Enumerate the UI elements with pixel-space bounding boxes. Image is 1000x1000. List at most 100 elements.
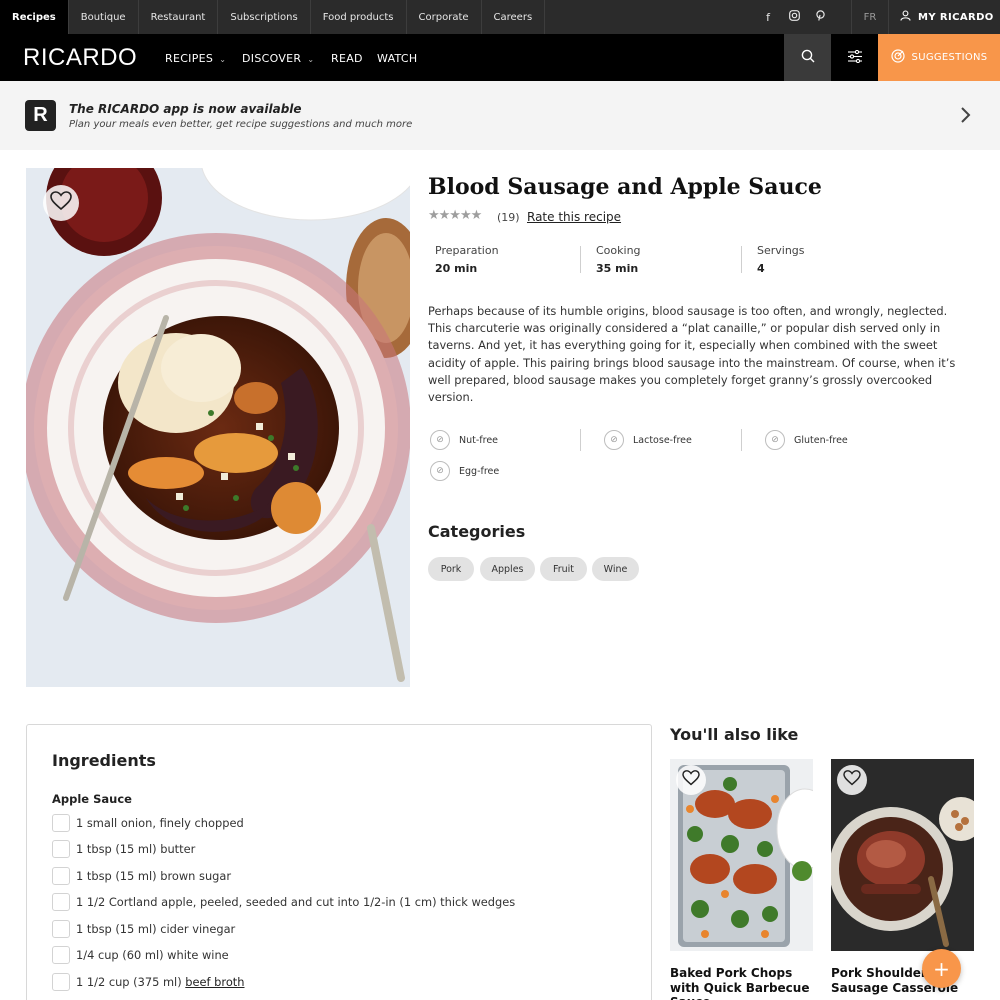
banner-title: The RICARDO app is now available	[69, 102, 302, 116]
user-icon	[900, 10, 911, 24]
recipe-photo	[26, 168, 410, 687]
search-button[interactable]	[784, 34, 831, 81]
search-icon	[801, 48, 815, 67]
diet-label: Nut-free	[459, 434, 499, 446]
diet-egg-free: ⊘ Egg-free	[430, 461, 499, 481]
pinterest-icon[interactable]	[814, 10, 826, 24]
heart-icon	[50, 191, 72, 215]
also-like-heading: You'll also like	[670, 725, 799, 744]
diet-label: Egg-free	[459, 465, 500, 477]
ingredient-text: 1/4 cup (60 ml) white wine	[76, 948, 229, 962]
recipe-card-title[interactable]: Baked Pork Chops with Quick Barbecue Sau…	[670, 966, 820, 1000]
diet-lactose-free: ⊘ Lactose-free	[604, 430, 692, 450]
rating-stars: ★★★★★	[428, 208, 482, 223]
ingredient-checkbox[interactable]	[52, 814, 70, 832]
ricardo-logo[interactable]: RICARDO	[23, 44, 137, 72]
chevron-down-icon: ⌄	[219, 55, 227, 64]
ingredient-item: 1 tbsp (15 ml) cider vinegar	[52, 920, 235, 938]
recipe-card-image[interactable]	[670, 759, 813, 951]
target-icon	[890, 49, 905, 66]
recipe-title: Blood Sausage and Apple Sauce	[428, 174, 822, 200]
divider	[741, 246, 742, 273]
sliders-icon	[847, 48, 862, 67]
servings-label: Servings	[757, 244, 805, 257]
filter-button[interactable]	[831, 34, 878, 81]
servings: Servings 4	[757, 244, 805, 275]
ingredient-text: 1 1/2 cup (375 ml) beef broth	[76, 975, 245, 989]
favorite-button[interactable]	[676, 765, 706, 795]
facebook-icon[interactable]: f	[762, 11, 774, 24]
divider	[580, 429, 581, 451]
chevron-down-icon: ⌄	[307, 55, 315, 64]
tab-restaurant[interactable]: Restaurant	[139, 0, 219, 34]
ingredient-text: 1 tbsp (15 ml) brown sugar	[76, 869, 232, 883]
diet-nut-free: ⊘ Nut-free	[430, 430, 498, 450]
prep-time-label: Preparation	[435, 244, 499, 257]
nav-read[interactable]: READ	[331, 52, 363, 65]
tab-subscriptions[interactable]: Subscriptions	[218, 0, 311, 34]
divider	[741, 429, 742, 451]
tab-boutique[interactable]: Boutique	[69, 0, 139, 34]
egg-free-icon: ⊘	[430, 461, 450, 481]
cooking-time-value: 35 min	[596, 262, 639, 275]
my-ricardo-button[interactable]: MY RICARDO	[900, 0, 994, 34]
favorite-button[interactable]	[837, 765, 867, 795]
ingredient-item: 1 small onion, finely chopped	[52, 814, 244, 832]
recipe-card-image[interactable]	[831, 759, 974, 951]
tab-recipes[interactable]: Recipes	[0, 0, 69, 34]
instagram-icon[interactable]	[788, 10, 800, 24]
my-ricardo-label: MY RICARDO	[918, 11, 994, 23]
nav-recipes[interactable]: RECIPES ⌄	[165, 52, 226, 65]
nav-watch[interactable]: WATCH	[377, 52, 417, 65]
nav-discover-label: DISCOVER	[242, 52, 302, 65]
ingredient-checkbox[interactable]	[52, 920, 70, 938]
suggestions-button[interactable]: SUGGESTIONS	[878, 34, 1000, 81]
ingredient-checkbox[interactable]	[52, 946, 70, 964]
nut-free-icon: ⊘	[430, 430, 450, 450]
nav-recipes-label: RECIPES	[165, 52, 214, 65]
diet-gluten-free: ⊘ Gluten-free	[765, 430, 848, 450]
favorite-button[interactable]	[43, 185, 79, 221]
tab-careers[interactable]: Careers	[482, 0, 546, 34]
ingredient-item: 1 tbsp (15 ml) butter	[52, 840, 195, 858]
gluten-free-icon: ⊘	[765, 430, 785, 450]
category-chip-pork[interactable]: Pork	[428, 557, 474, 581]
ingredient-item: 1/4 cup (60 ml) white wine	[52, 946, 229, 964]
ingredient-text: 1 1/2 Cortland apple, peeled, seeded and…	[76, 895, 516, 909]
prep-time-value: 20 min	[435, 262, 478, 275]
suggestions-label: SUGGESTIONS	[911, 52, 988, 63]
categories-heading: Categories	[428, 522, 526, 541]
ingredient-text: 1 tbsp (15 ml) cider vinegar	[76, 922, 236, 936]
ingredient-prefix: 1 1/2 cup (375 ml)	[76, 975, 186, 989]
diet-label: Gluten-free	[794, 434, 848, 446]
servings-value: 4	[757, 262, 765, 275]
diet-label: Lactose-free	[633, 434, 692, 446]
language-toggle[interactable]: FR	[851, 0, 889, 34]
beef-broth-link[interactable]: beef broth	[185, 975, 244, 989]
ingredients-section-title: Apple Sauce	[52, 792, 132, 806]
review-count: (19)	[497, 211, 520, 224]
social-links: f	[762, 0, 826, 34]
category-chip-wine[interactable]: Wine	[592, 557, 639, 581]
ingredient-checkbox[interactable]	[52, 893, 70, 911]
chevron-right-icon[interactable]	[957, 105, 973, 125]
ingredient-checkbox[interactable]	[52, 840, 70, 858]
ricardo-app-logo: R	[25, 100, 56, 131]
ingredient-item: 1 tbsp (15 ml) brown sugar	[52, 867, 231, 885]
category-chip-apples[interactable]: Apples	[480, 557, 535, 581]
ingredient-item: 1 1/2 cup (375 ml) beef broth	[52, 973, 245, 991]
tab-food-products[interactable]: Food products	[311, 0, 407, 34]
cooking-time-label: Cooking	[596, 244, 641, 257]
prep-time: Preparation 20 min	[435, 244, 499, 275]
ingredient-checkbox[interactable]	[52, 867, 70, 885]
category-chip-fruit[interactable]: Fruit	[540, 557, 587, 581]
banner-subtitle: Plan your meals even better, get recipe …	[69, 119, 413, 130]
top-utility-bar: Recipes Boutique Restaurant Subscription…	[0, 0, 1000, 34]
nav-discover[interactable]: DISCOVER ⌄	[242, 52, 314, 65]
ingredient-checkbox[interactable]	[52, 973, 70, 991]
heart-icon	[843, 770, 861, 790]
add-button[interactable]: +	[922, 949, 961, 988]
divider	[580, 246, 581, 273]
tab-corporate[interactable]: Corporate	[407, 0, 482, 34]
rate-recipe-link[interactable]: Rate this recipe	[527, 210, 621, 224]
